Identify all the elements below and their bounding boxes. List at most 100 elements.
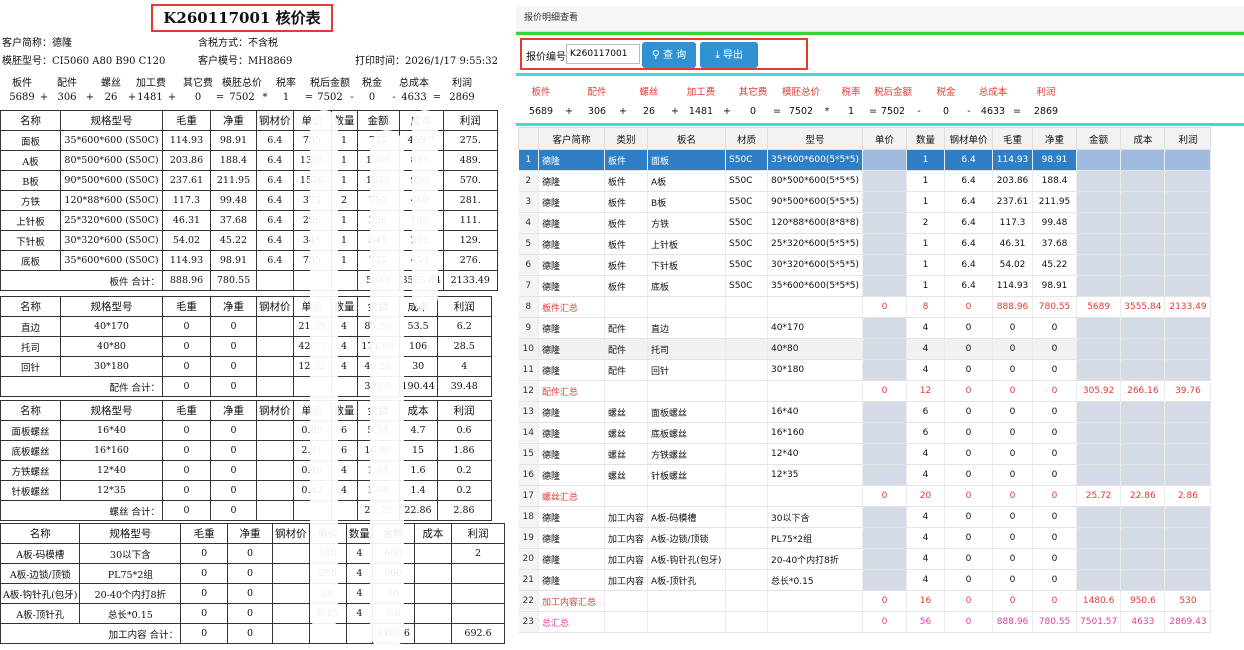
- grid-column-header[interactable]: 净重: [1032, 127, 1078, 150]
- grid-cell: 28.5: [1164, 338, 1212, 360]
- table-cell: 35*600*600 (S50C): [60, 250, 163, 271]
- grid-row[interactable]: 10德隆配件托司40*8042.774000171.08142.5828.5: [518, 338, 1212, 360]
- grid-row[interactable]: 2德隆板件A板S50C80*500*600(5*5*5)130516.4203.…: [518, 170, 1212, 192]
- table-cell: 0: [227, 583, 273, 604]
- tax-label: 含税方式：: [198, 38, 248, 49]
- grid-cell: 20: [862, 548, 908, 570]
- grid-row[interactable]: 15德隆螺丝方铁螺丝12*400.4640001.841.640.2: [518, 443, 1212, 465]
- grid-cell: [725, 569, 769, 591]
- table-cell: 98.91: [210, 250, 257, 271]
- grid-cell: 305.92: [1076, 380, 1122, 402]
- grid-row[interactable]: 1德隆板件面板S50C35*600*600(5*5*5)73516.4114.9…: [518, 149, 1212, 171]
- grid-column-header[interactable]: 单价: [862, 127, 908, 150]
- table-cell: 0: [180, 543, 229, 564]
- grid-row[interactable]: 16德隆螺丝针板螺丝12*350.4240001.681.480.2: [518, 464, 1212, 486]
- grid-row[interactable]: 22 加工内容汇总 0 16 0 0 0 1480.6 950.6 530: [518, 590, 1212, 612]
- grid-cell: B板: [647, 191, 727, 213]
- grid-row[interactable]: 9德隆配件直边40*17021.39400085.5678.37.26: [518, 317, 1212, 339]
- grid-column-header[interactable]: 板名: [647, 127, 727, 150]
- grid-cell: 4: [906, 569, 946, 591]
- grid-row[interactable]: 8 板件汇总 0 8 0 888.96 780.55 5689 3555.84 2133.49: [518, 296, 1212, 318]
- grid-column-header[interactable]: 数量: [906, 127, 946, 150]
- grid-row[interactable]: 19德隆加工内容A板-边锁/顶锁PL75*2组2004000800500300: [518, 527, 1212, 549]
- grid-row[interactable]: 5德隆板件上针板S50C25*320*600(5*5*5)29616.446.3…: [518, 233, 1212, 255]
- grid-cell: 0: [944, 590, 994, 612]
- grid-cell: 德隆: [538, 359, 605, 381]
- grid-cell: 4: [906, 359, 946, 381]
- quote-code-input[interactable]: [566, 44, 640, 64]
- grid-cell: [725, 548, 769, 570]
- grid-row[interactable]: 21德隆加工内容A板-顶针孔总长*0.150.1540000.60.40.2: [518, 569, 1212, 591]
- export-excel-button[interactable]: ⤓ 导出EXCEL: [700, 42, 758, 87]
- column-header: 规格型号: [60, 400, 163, 421]
- grid-row[interactable]: 17 螺丝汇总 0 20 0 0 0 25.72 22.86 2.86: [518, 485, 1212, 507]
- grid-row[interactable]: 23 总汇总 0 56 0 888.96 780.55 7501.57 4633 2869.43: [518, 611, 1212, 633]
- table-cell: 0: [162, 460, 211, 481]
- grid-row[interactable]: 4德隆板件方铁S50C120*88*600(8*8*8)37526.4117.3…: [518, 212, 1212, 234]
- grid-cell: 0: [992, 443, 1034, 465]
- grid-row[interactable]: 18德隆加工内容A板-码模槽30以下含1504000600400200: [518, 506, 1212, 528]
- grid-cell: 5.34: [1076, 401, 1122, 423]
- grid-cell: 0.2: [1164, 443, 1212, 465]
- grid-column-header[interactable]: 型号: [767, 127, 864, 150]
- spec-label: 模胚型号：: [2, 56, 52, 67]
- grid-row[interactable]: 11德隆配件回针30*18012.32400049.2845.284: [518, 359, 1212, 381]
- grid-column-header[interactable]: [518, 127, 539, 150]
- grid-row[interactable]: 3德隆板件B板S50C90*500*600(5*5*5)152016.4237.…: [518, 191, 1212, 213]
- grid-cell: [647, 590, 727, 612]
- grid-column-header[interactable]: 类别: [603, 127, 649, 150]
- grid-cell: 0: [944, 380, 994, 402]
- grid-cell: 0: [862, 611, 908, 633]
- grid-cell: 德隆: [538, 338, 605, 360]
- grid-cell: 0.2: [1164, 464, 1212, 486]
- grid-column-header[interactable]: 材质: [725, 127, 769, 150]
- grid-cell: 2.81: [862, 422, 908, 444]
- grid-cell: 1: [906, 191, 946, 213]
- grid-row[interactable]: 13德隆螺丝面板螺丝16*400.8960005.344.740.6: [518, 401, 1212, 423]
- grid-cell: 0: [944, 485, 994, 507]
- query-button[interactable]: ⚲ 查 询: [642, 42, 696, 68]
- grid-column-header[interactable]: 毛重: [992, 127, 1034, 150]
- grid-cell: 111.38: [1164, 233, 1212, 255]
- grid-cell: 直边: [647, 317, 727, 339]
- grid-column-header[interactable]: 客户简称: [538, 127, 605, 150]
- table-cell: 方铁螺丝: [0, 460, 61, 481]
- grid-cell: 0: [992, 485, 1034, 507]
- grid-cell: 2869.43: [1164, 611, 1212, 633]
- grid-cell: 上针板: [647, 233, 727, 255]
- grid-cell: 16*40: [767, 401, 864, 423]
- grid-cell: 0: [1032, 380, 1078, 402]
- sum-cell: [256, 270, 294, 291]
- grid-row[interactable]: 6德隆板件下针板S50C30*320*600(5*5*5)34516.454.0…: [518, 254, 1212, 276]
- grid-column-header[interactable]: 金额: [1076, 127, 1122, 150]
- grid-cell: 2133.49: [1164, 296, 1212, 318]
- table-cell: 0: [180, 563, 229, 584]
- row-index: 5: [518, 233, 539, 255]
- grid-cell: 回针: [647, 359, 727, 381]
- grid-cell: 98.91: [1032, 275, 1078, 297]
- grid-row[interactable]: 12 配件汇总 0 12 0 0 0 305.92 266.16 39.76: [518, 380, 1212, 402]
- grid-cell: [767, 380, 864, 402]
- grid-row[interactable]: 14德隆螺丝底板螺丝16*1602.81600016.86151.86: [518, 422, 1212, 444]
- table-cell: A板-顶针孔: [0, 603, 81, 624]
- grid-cell: 板件: [604, 233, 649, 255]
- grid-column-header[interactable]: 成本: [1120, 127, 1166, 150]
- grid-cell: [725, 611, 769, 633]
- grid-row[interactable]: 20德隆加工内容A板-钩针孔(包牙)20-40个内打8折204000805030: [518, 548, 1212, 570]
- sum-cell: 0: [210, 376, 257, 397]
- table-cell: 0: [210, 480, 257, 501]
- print-time-label: 打印时间：: [355, 56, 405, 67]
- grid-cell: 281.62: [1164, 212, 1212, 234]
- summary-head-item-7: 税后金额: [873, 87, 912, 98]
- grid-column-header[interactable]: 利润: [1164, 127, 1212, 150]
- grid-cell: 8: [906, 296, 946, 318]
- grid-row[interactable]: 7德隆板件底板S50C35*600*600(5*5*5)735.5516.411…: [518, 275, 1212, 297]
- table-cell: 25*320*600 (S50C): [60, 210, 163, 231]
- table-cell: 6.4: [256, 130, 294, 151]
- grid-cell: 345: [862, 254, 908, 276]
- search-icon: ⚲: [651, 48, 660, 61]
- grid-column-header[interactable]: 钢材单价: [944, 127, 994, 150]
- grid-cell: 780.55: [1032, 296, 1078, 318]
- table-cell: 下针板: [0, 230, 61, 251]
- grid-cell: 板件: [604, 275, 649, 297]
